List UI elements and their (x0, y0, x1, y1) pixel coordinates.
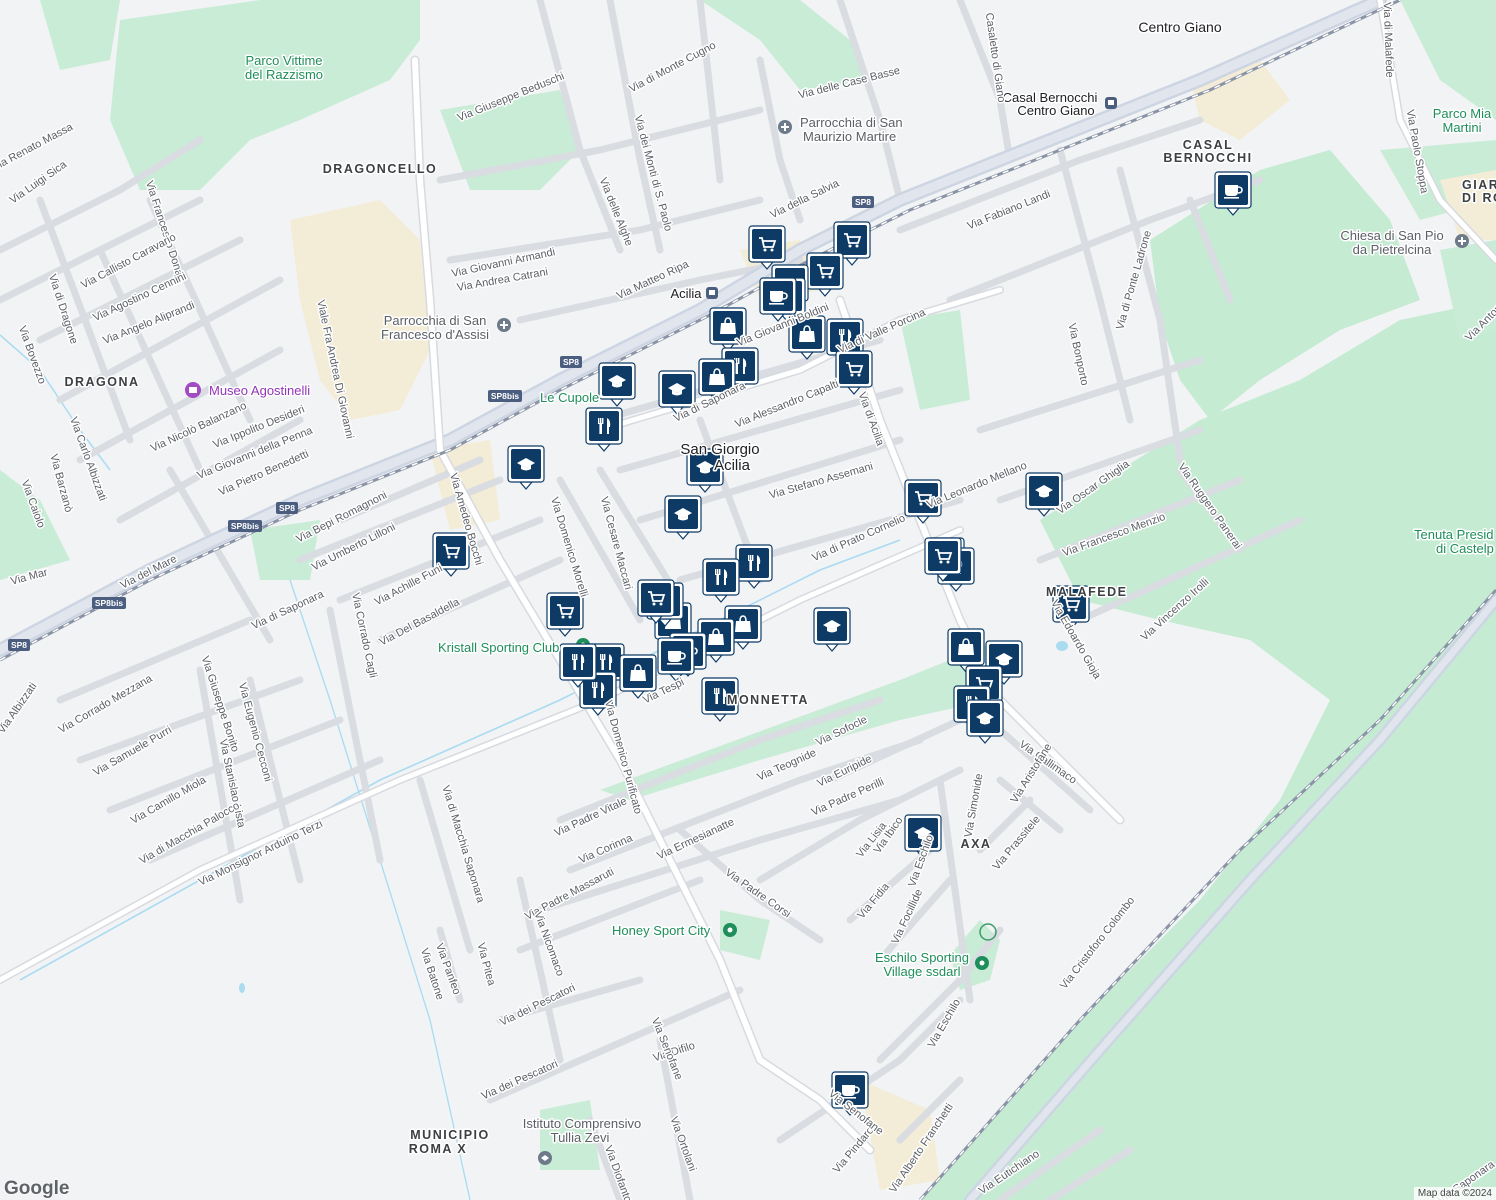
church-icon[interactable] (1455, 234, 1469, 248)
place-label: Maurizio Martire (803, 129, 896, 144)
map-attribution: Map data ©2024 (1413, 1187, 1496, 1200)
cafe-poi-marker[interactable] (759, 277, 797, 322)
neighborhood-label: ROMA X (409, 1142, 468, 1156)
park-label: Kristall Sporting Club (438, 640, 559, 655)
cart-poi-marker[interactable] (748, 225, 786, 270)
cart-poi-marker[interactable] (924, 537, 962, 582)
fork-poi-marker[interactable] (559, 643, 597, 688)
place-label: Centro Giano (1138, 19, 1221, 35)
church-icon[interactable] (778, 120, 792, 134)
neighborhood-label: MALAFEDE (1046, 585, 1127, 599)
park-label: Parco Mia (1433, 106, 1492, 121)
shield-label: SP8 (279, 503, 295, 513)
cafe-poi-marker[interactable] (1214, 171, 1252, 216)
park-label: Tenuta Presid (1414, 527, 1494, 542)
shield-label: SP8bis (95, 598, 124, 608)
shield-sp8bis-1: SP8bis (488, 390, 522, 402)
shield-sp8bis-3: SP8bis (92, 597, 126, 609)
cafe-poi-marker[interactable] (657, 637, 695, 682)
neighborhood-label: DI ROMA (1462, 191, 1496, 205)
shield-label: SP8bis (231, 521, 260, 531)
school-poi-marker[interactable] (507, 445, 545, 490)
cart-poi-marker[interactable] (637, 579, 675, 624)
place-label: Chiesa di San Pio (1340, 228, 1443, 243)
park-label: Parco Vittime (245, 53, 322, 68)
park-label: Martini (1442, 120, 1481, 135)
fork-poi-marker[interactable] (735, 544, 773, 589)
sport-icon[interactable] (975, 956, 989, 970)
church-icon[interactable] (497, 318, 511, 332)
neighborhood-label: GIARDIN (1462, 178, 1496, 192)
neighborhood-label: DRAGONA (64, 375, 139, 389)
place-label: Francesco d'Assisi (381, 327, 489, 342)
school-poi-marker[interactable] (598, 362, 636, 407)
map-canvas[interactable]: SP8 SP8 SP8bis SP8bis SP8 SP8bis SP8 Cen… (0, 0, 1496, 1200)
shield-label: SP8 (563, 357, 579, 367)
station-label: Acilia (670, 286, 702, 301)
neighborhood-label: AXA (961, 837, 992, 851)
school-place-icon[interactable] (538, 1151, 552, 1165)
school-poi-marker[interactable] (813, 607, 851, 652)
cart-poi-marker[interactable] (835, 350, 873, 395)
place-label: Istituto Comprensivo (523, 1116, 642, 1131)
museum-label: Museo Agostinelli (209, 383, 310, 398)
park-label: di Castelp (1436, 541, 1494, 556)
fork-poi-marker[interactable] (702, 558, 740, 603)
shield-label: SP8 (855, 197, 871, 207)
cart-poi-marker[interactable] (546, 592, 584, 637)
shield-sp8-1: SP8 (852, 196, 874, 208)
shield-label: SP8 (11, 640, 27, 650)
school-poi-marker[interactable] (664, 495, 702, 540)
cart-poi-marker[interactable] (806, 252, 844, 297)
shield-sp8-2: SP8 (560, 356, 582, 368)
park-label: del Razzismo (245, 67, 323, 82)
place-label: Parrocchia di San (384, 313, 487, 328)
place-label: Tullia Zevi (551, 1130, 610, 1145)
shield-sp8-3: SP8 (276, 502, 298, 514)
station-label: Centro Giano (1017, 103, 1094, 118)
park-label: Eschilo Sporting (875, 950, 969, 965)
place-label: Parrocchia di San (800, 115, 903, 130)
fork-poi-marker[interactable] (585, 407, 623, 452)
neighborhood-label: BERNOCCHI (1163, 151, 1252, 165)
neighborhood-label: MONNETTA (727, 693, 809, 707)
school-poi-marker[interactable] (966, 699, 1004, 744)
neighborhood-label: CASAL (1183, 138, 1234, 152)
shield-sp8-4: SP8 (8, 639, 30, 651)
shield-label: SP8bis (491, 391, 520, 401)
museum-icon[interactable] (185, 382, 201, 398)
place-label: da Pietrelcina (1353, 242, 1433, 257)
sport-icon[interactable] (723, 923, 737, 937)
google-logo: Google (4, 1178, 70, 1199)
place-label: San Giorgio (680, 441, 759, 458)
neighborhood-label: MUNICIPIO (410, 1128, 489, 1142)
park-label: Village ssdarl (883, 964, 960, 979)
shield-sp8bis-2: SP8bis (228, 520, 262, 532)
train-station-icon[interactable] (1105, 97, 1117, 109)
place-label: Acilia (714, 457, 751, 474)
neighborhood-label: DRAGONCELLO (323, 162, 437, 176)
train-station-icon[interactable] (706, 287, 718, 299)
park-label: Le Cupole (540, 390, 599, 405)
park-label: Honey Sport City (612, 923, 711, 938)
